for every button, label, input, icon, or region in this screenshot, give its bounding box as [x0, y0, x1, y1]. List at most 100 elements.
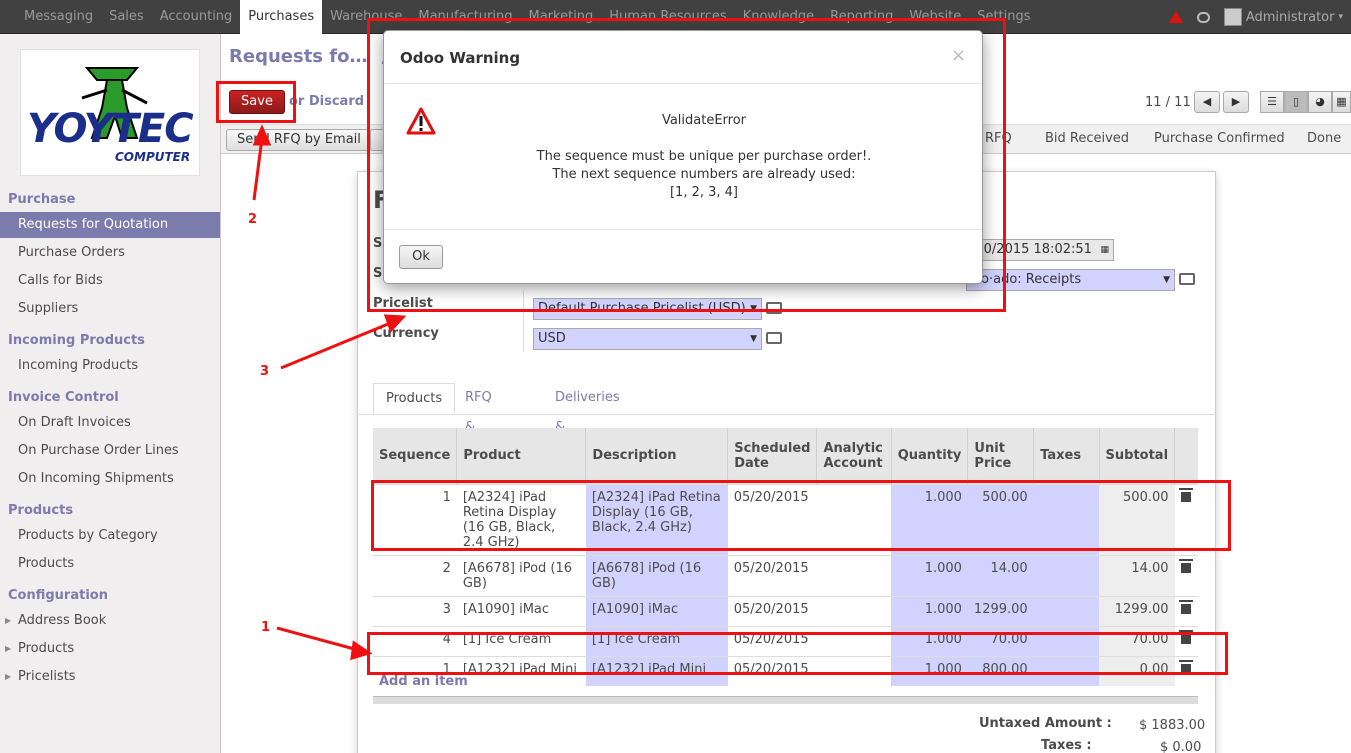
form-icon: ▯ — [1292, 95, 1300, 108]
external-link-icon[interactable] — [766, 332, 782, 344]
cell-product: [A1090] iMac — [456, 595, 586, 626]
arrow-to-duplicate-row — [276, 626, 359, 652]
dropdown-arrow-icon: ▼ — [1163, 275, 1170, 285]
trash-icon[interactable] — [1178, 599, 1193, 614]
dropdown-arrow-icon: ▼ — [750, 334, 757, 344]
delete-cell — [1174, 554, 1198, 596]
avatar — [1223, 8, 1242, 26]
pie-chart-icon: ◕ — [1315, 95, 1325, 108]
untaxed-label: Untaxed Amount : — [979, 716, 1112, 731]
menu-purchases[interactable]: Purchases — [240, 0, 323, 34]
sidebar-item-label: Pricelists — [18, 669, 76, 684]
col-actions — [1174, 428, 1198, 484]
sidebar-item-label: Products — [18, 641, 75, 656]
tab-deliveries-invoices[interactable]: Deliveries & Invoices — [543, 383, 632, 465]
table-header: Sequence Product Description Scheduled D… — [373, 428, 1198, 484]
sidebar-item-purchase-orders[interactable]: Purchase Orders — [0, 240, 220, 266]
col-unit-price[interactable]: Unit Price — [967, 428, 1035, 484]
discard-link[interactable]: or Discard — [289, 94, 364, 109]
taxes-label: Taxes : — [1041, 738, 1092, 753]
cell-unit-price: 1299.00 — [967, 595, 1034, 626]
annotation-label-1: 1 — [261, 620, 271, 635]
annotation-label-3: 3 — [260, 364, 270, 379]
menu-accounting[interactable]: Accounting — [152, 0, 241, 34]
cell-description: [A6678] iPod (16 GB) — [585, 554, 728, 596]
currency-select[interactable]: USD ▼ — [533, 328, 762, 350]
totals-divider — [373, 696, 1198, 704]
currency-label: Currency — [373, 326, 439, 341]
sidebar-item-draft-invoices[interactable]: On Draft Invoices — [0, 410, 220, 436]
table-row[interactable]: 2 [A6678] iPod (16 GB) [A6678] iPod (16 … — [373, 554, 1198, 596]
cell-taxes — [1033, 595, 1100, 626]
col-subtotal[interactable]: Subtotal — [1099, 428, 1176, 484]
col-taxes[interactable]: Taxes — [1033, 428, 1100, 484]
cell-analytic — [816, 595, 892, 626]
col-sequence[interactable]: Sequence — [373, 428, 458, 484]
graph-view-button[interactable]: ◕ — [1308, 91, 1332, 113]
tab-rfq-bid[interactable]: RFQ & Bid — [453, 383, 504, 465]
section-purchase: Purchase — [8, 192, 76, 207]
sidebar-item-products[interactable]: Products — [0, 551, 220, 577]
external-link-icon[interactable] — [1179, 273, 1195, 285]
menu-messaging[interactable]: Messaging — [16, 0, 101, 34]
form-view-button[interactable]: ▯ — [1284, 91, 1308, 113]
pager-value: 11 / 11 — [1145, 95, 1191, 110]
trash-icon[interactable] — [1178, 558, 1193, 573]
user-menu[interactable]: Administrator ▾ — [1223, 8, 1343, 26]
user-name: Administrator — [1245, 9, 1335, 25]
warning-icon[interactable] — [1168, 11, 1183, 23]
caret-down-icon: ▾ — [1338, 12, 1343, 22]
company-logo[interactable]: YOYTEC COMPUTER — [20, 49, 200, 176]
calendar-icon: ▦ — [1336, 95, 1347, 108]
send-rfq-email-button[interactable]: Send RFQ by Email — [226, 129, 372, 151]
cell-subtotal: 14.00 — [1099, 554, 1175, 596]
sidebar-item-address-book[interactable]: ▶ Address Book — [0, 608, 220, 634]
stage-purchase-confirmed[interactable]: Purchase Confirmed — [1142, 125, 1297, 153]
sidebar-item-po-lines[interactable]: On Purchase Order Lines — [0, 438, 220, 464]
delete-cell — [1174, 595, 1198, 626]
tab-products[interactable]: Products — [373, 383, 456, 415]
cell-sequence: 2 — [373, 554, 457, 596]
cell-quantity: 1.000 — [891, 595, 968, 626]
breadcrumb-link[interactable]: Requests fo… — [229, 46, 367, 67]
sidebar-item-incoming-products[interactable]: Incoming Products — [0, 353, 220, 379]
list-view-button[interactable]: ☰ — [1260, 91, 1284, 113]
expand-icon: ▶ — [5, 672, 12, 681]
cell-subtotal: 1299.00 — [1099, 595, 1175, 626]
list-icon: ☰ — [1267, 95, 1277, 108]
menu-sales[interactable]: Sales — [101, 0, 152, 34]
calendar-view-button[interactable]: ▦ — [1332, 91, 1351, 113]
annotation-box-row-1 — [371, 480, 1231, 551]
calendar-icon[interactable]: ▦ — [1100, 240, 1109, 260]
sidebar-item-calls-for-bids[interactable]: Calls for Bids — [0, 268, 220, 294]
stage-bid-received[interactable]: Bid Received — [1033, 125, 1141, 153]
sidebar-item-rfq[interactable]: Requests for Quotation — [0, 212, 220, 238]
logo-text: YOYTEC — [27, 106, 194, 152]
arrow-left-icon: ◀ — [1202, 95, 1212, 108]
annotation-box-dialog — [367, 18, 1006, 312]
sidebar-item-pricelists[interactable]: ▶ Pricelists — [0, 664, 220, 690]
next-record-button[interactable]: ▶ — [1223, 91, 1249, 113]
chat-icon[interactable] — [1196, 11, 1210, 23]
stage-done[interactable]: Done — [1295, 125, 1351, 153]
cell-date: 05/20/2015 — [727, 554, 817, 596]
sidebar-item-config-products[interactable]: ▶ Products — [0, 636, 220, 662]
untaxed-value: $ 1883.00 — [1139, 718, 1206, 733]
sidebar-item-products-by-category[interactable]: Products by Category — [0, 523, 220, 549]
table-row[interactable]: 3 [A1090] iMac [A1090] iMac 05/20/2015 1… — [373, 595, 1198, 626]
sidebar-item-incoming-shipments[interactable]: On Incoming Shipments — [0, 466, 220, 492]
col-quantity[interactable]: Quantity — [891, 428, 969, 484]
add-item-link[interactable]: Add an item — [379, 674, 468, 689]
arrow-right-icon: ▶ — [1231, 95, 1241, 108]
previous-record-button[interactable]: ◀ — [1194, 91, 1220, 113]
cell-analytic — [816, 554, 892, 596]
col-description[interactable]: Description — [585, 428, 729, 484]
sidebar-item-suppliers[interactable]: Suppliers — [0, 296, 220, 322]
taxes-value: $ 0.00 — [1160, 740, 1202, 753]
sidebar-item-label: Address Book — [18, 613, 107, 628]
currency-value: USD — [538, 331, 566, 346]
annotation-box-duplicate-row — [367, 632, 1228, 675]
col-scheduled-date[interactable]: Scheduled Date — [727, 428, 818, 484]
col-analytic-account[interactable]: Analytic Account — [816, 428, 892, 484]
col-product[interactable]: Product — [456, 428, 587, 484]
